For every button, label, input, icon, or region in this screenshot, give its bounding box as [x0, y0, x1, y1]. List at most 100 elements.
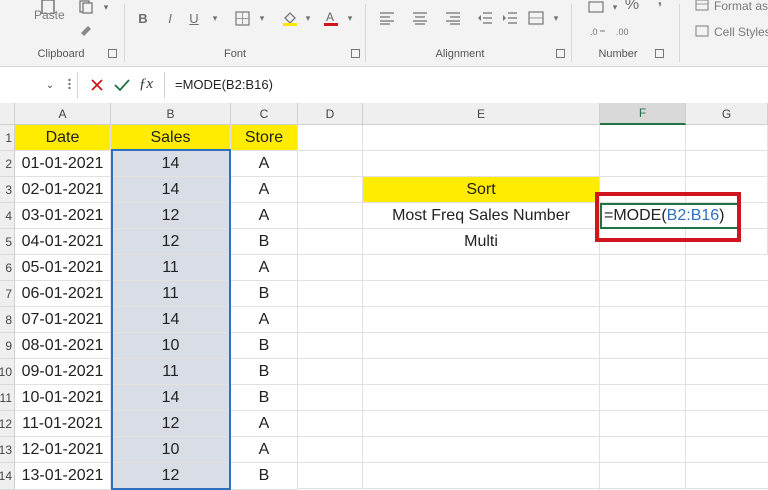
sales-cell[interactable]: 14	[111, 307, 231, 333]
italic-button[interactable]: I	[160, 9, 180, 27]
sales-cell[interactable]: 12	[111, 203, 231, 229]
date-cell[interactable]: 04-01-2021	[15, 229, 111, 255]
bold-button[interactable]: B	[133, 9, 153, 27]
store-cell[interactable]: B	[231, 333, 298, 359]
date-cell[interactable]: 12-01-2021	[15, 437, 111, 463]
spreadsheet-grid[interactable]: A B C D E F G 1 2 3 4 5 6 7 8 9 10 11 12…	[0, 103, 768, 490]
font-launcher-icon[interactable]	[351, 49, 360, 58]
font-color-icon[interactable]: A	[321, 9, 341, 27]
borders-icon[interactable]	[232, 9, 252, 27]
sales-cell[interactable]: 14	[111, 177, 231, 203]
fill-color-dropdown-icon[interactable]: ▾	[298, 9, 318, 27]
header-date[interactable]: Date	[15, 125, 111, 151]
row-header[interactable]: 11	[0, 385, 15, 411]
store-cell[interactable]: B	[231, 359, 298, 385]
store-cell[interactable]: A	[231, 203, 298, 229]
sales-cell[interactable]: 12	[111, 463, 231, 490]
store-cell[interactable]: B	[231, 229, 298, 255]
date-cell[interactable]: 02-01-2021	[15, 177, 111, 203]
empty-cell[interactable]	[298, 203, 363, 229]
align-right-icon[interactable]	[443, 9, 463, 27]
align-center-icon[interactable]	[410, 9, 430, 27]
cell-styles-icon[interactable]	[692, 22, 712, 40]
column-header-d[interactable]: D	[298, 103, 363, 125]
formula-input[interactable]: =MODE(B2:B16)	[175, 77, 273, 92]
sort-label-cell[interactable]: Sort	[363, 177, 600, 203]
underline-dropdown-icon[interactable]: ▾	[205, 9, 225, 27]
copy-icon[interactable]	[76, 0, 96, 16]
empty-cell[interactable]	[686, 229, 768, 255]
row-header[interactable]: 1	[0, 125, 15, 151]
store-cell[interactable]: A	[231, 255, 298, 281]
enter-icon[interactable]	[112, 76, 132, 94]
store-cell[interactable]: A	[231, 437, 298, 463]
sales-cell[interactable]: 11	[111, 255, 231, 281]
empty-cell[interactable]	[686, 177, 768, 203]
row-header[interactable]: 4	[0, 203, 15, 229]
merge-dropdown-icon[interactable]: ▾	[546, 9, 566, 27]
row-header[interactable]: 10	[0, 359, 15, 385]
sales-cell[interactable]: 12	[111, 411, 231, 437]
most-freq-label-cell[interactable]: Most Freq Sales Number	[363, 203, 600, 229]
clipboard-launcher-icon[interactable]	[108, 49, 117, 58]
sales-cell[interactable]: 14	[111, 385, 231, 411]
percent-button[interactable]: %	[622, 0, 642, 14]
empty-cell[interactable]	[363, 125, 600, 151]
store-cell[interactable]: A	[231, 151, 298, 177]
empty-cell[interactable]	[600, 229, 686, 255]
sales-cell[interactable]: 10	[111, 437, 231, 463]
sales-cell[interactable]: 11	[111, 359, 231, 385]
store-cell[interactable]: A	[231, 177, 298, 203]
sales-cell[interactable]: 10	[111, 333, 231, 359]
active-cell-f4[interactable]: =MODE(B2:B16)	[600, 203, 740, 229]
row-header[interactable]: 5	[0, 229, 15, 255]
cell-styles-label[interactable]: Cell Styles	[714, 25, 768, 39]
date-cell[interactable]: 05-01-2021	[15, 255, 111, 281]
sales-cell[interactable]: 11	[111, 281, 231, 307]
merge-center-icon[interactable]	[526, 9, 546, 27]
date-cell[interactable]: 06-01-2021	[15, 281, 111, 307]
empty-cell[interactable]	[298, 151, 363, 177]
sales-cell[interactable]: 12	[111, 229, 231, 255]
date-cell[interactable]: 11-01-2021	[15, 411, 111, 437]
empty-cells-area[interactable]	[298, 255, 768, 490]
column-header-c[interactable]: C	[231, 103, 298, 125]
date-cell[interactable]: 13-01-2021	[15, 463, 111, 490]
name-box-dropdown-icon[interactable]: ⌄	[40, 76, 60, 94]
date-cell[interactable]: 03-01-2021	[15, 203, 111, 229]
empty-cell[interactable]	[298, 229, 363, 255]
alignment-launcher-icon[interactable]	[556, 49, 565, 58]
font-color-dropdown-icon[interactable]: ▾	[340, 9, 360, 27]
row-header[interactable]: 12	[0, 411, 15, 437]
empty-cell[interactable]	[298, 177, 363, 203]
date-cell[interactable]: 09-01-2021	[15, 359, 111, 385]
row-header[interactable]: 8	[0, 307, 15, 333]
empty-cell[interactable]	[298, 125, 363, 151]
column-header-g[interactable]: G	[686, 103, 768, 125]
borders-dropdown-icon[interactable]: ▾	[252, 9, 272, 27]
column-header-a[interactable]: A	[15, 103, 111, 125]
row-header[interactable]: 13	[0, 437, 15, 463]
decrease-indent-icon[interactable]	[475, 9, 495, 27]
insert-function-icon[interactable]: ƒx	[136, 75, 156, 93]
date-cell[interactable]: 07-01-2021	[15, 307, 111, 333]
increase-indent-icon[interactable]	[500, 9, 520, 27]
format-painter-icon[interactable]	[76, 22, 96, 40]
number-launcher-icon[interactable]	[655, 49, 664, 58]
row-header[interactable]: 7	[0, 281, 15, 307]
store-cell[interactable]: B	[231, 281, 298, 307]
fill-color-icon[interactable]	[280, 9, 300, 27]
select-all-corner[interactable]	[0, 103, 15, 125]
comma-style-icon[interactable]: ❜	[650, 0, 670, 16]
currency-icon[interactable]	[586, 0, 606, 16]
empty-cell[interactable]	[600, 151, 686, 177]
empty-cell[interactable]	[686, 125, 768, 151]
row-header[interactable]: 9	[0, 333, 15, 359]
header-sales[interactable]: Sales	[111, 125, 231, 151]
cancel-icon[interactable]	[87, 76, 107, 94]
underline-button[interactable]: U	[184, 9, 204, 27]
decrease-decimal-icon[interactable]: .00	[614, 22, 634, 40]
row-header[interactable]: 3	[0, 177, 15, 203]
row-header[interactable]: 2	[0, 151, 15, 177]
multi-label-cell[interactable]: Multi	[363, 229, 600, 255]
